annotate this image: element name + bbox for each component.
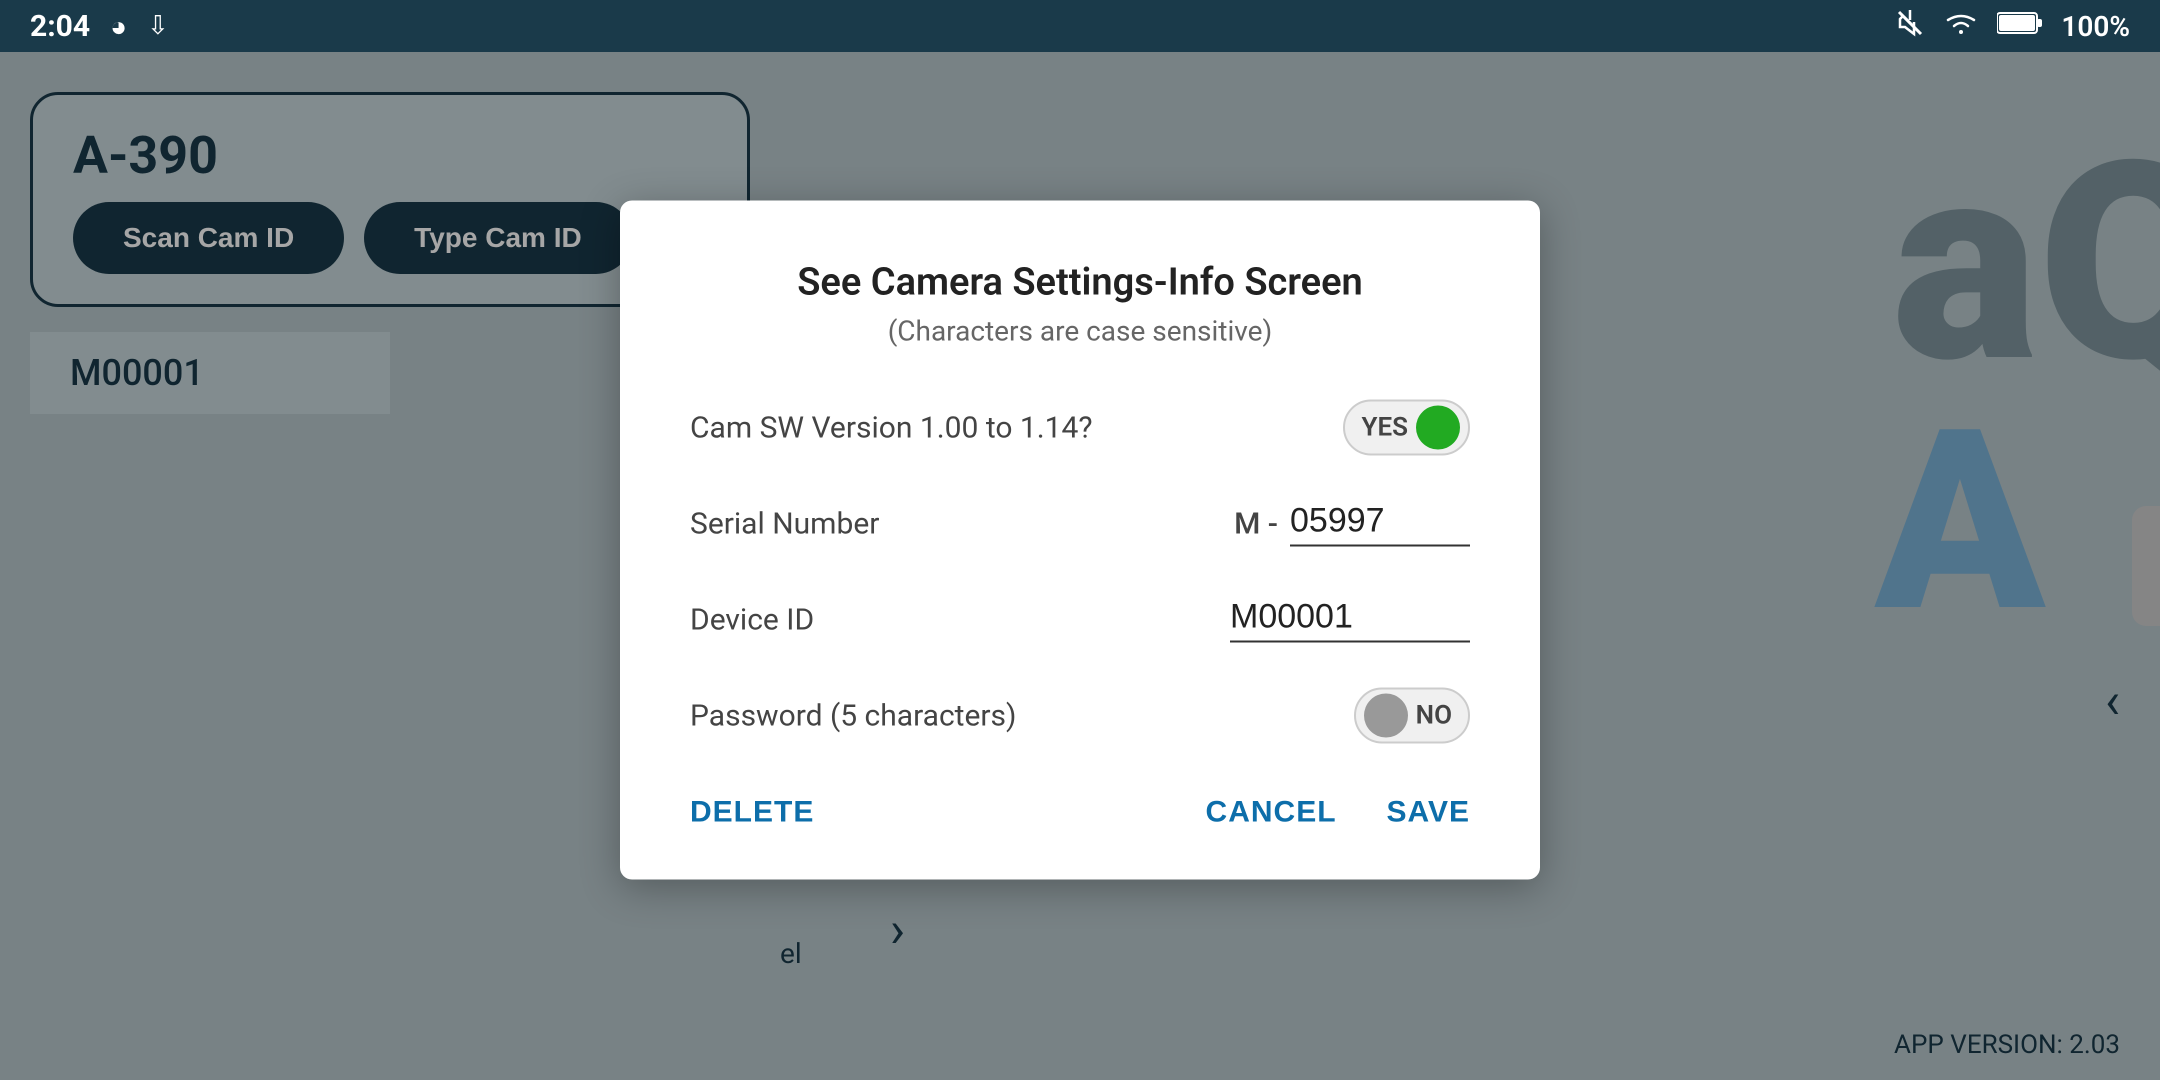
cam-sw-toggle-circle	[1416, 406, 1460, 450]
cam-sw-label: Cam SW Version 1.00 to 1.14?	[690, 410, 1343, 445]
password-toggle[interactable]: NO	[1354, 688, 1470, 744]
status-time: 2:04	[30, 9, 90, 44]
status-right: 100%	[1895, 8, 2130, 45]
cam-sw-toggle-control: YES	[1343, 400, 1470, 456]
device-id-label: Device ID	[690, 602, 1230, 637]
cam-sw-row: Cam SW Version 1.00 to 1.14? YES	[690, 398, 1470, 458]
dialog-title: See Camera Settings-Info Screen	[690, 261, 1470, 305]
device-id-input[interactable]	[1230, 597, 1470, 642]
mute-icon	[1895, 8, 1925, 45]
device-id-control	[1230, 597, 1470, 642]
notify-icon: ◕	[110, 10, 127, 43]
delete-button[interactable]: DELETE	[690, 796, 814, 830]
password-label: Password (5 characters)	[690, 698, 1354, 733]
status-left: 2:04 ◕ ⇩	[30, 9, 169, 44]
cam-sw-toggle[interactable]: YES	[1343, 400, 1470, 456]
password-toggle-circle	[1364, 694, 1408, 738]
serial-input[interactable]	[1290, 501, 1470, 546]
confirm-buttons: CANCEL SAVE	[1206, 796, 1470, 830]
password-row: Password (5 characters) NO	[690, 686, 1470, 746]
dialog: See Camera Settings-Info Screen (Charact…	[620, 201, 1540, 880]
battery-icon	[1997, 10, 2043, 43]
serial-row: Serial Number M -	[690, 494, 1470, 554]
serial-label: Serial Number	[690, 506, 1234, 541]
status-bar: 2:04 ◕ ⇩ 100%	[0, 0, 2160, 52]
battery-percent: 100%	[2061, 10, 2130, 43]
dialog-subtitle: (Characters are case sensitive)	[690, 315, 1470, 348]
serial-prefix: M -	[1234, 506, 1278, 541]
serial-control: M -	[1234, 501, 1470, 546]
device-id-row: Device ID	[690, 590, 1470, 650]
dialog-actions: DELETE CANCEL SAVE	[690, 796, 1470, 830]
password-toggle-label: NO	[1416, 701, 1452, 731]
save-button[interactable]: SAVE	[1387, 796, 1470, 830]
cam-sw-toggle-label: YES	[1361, 413, 1408, 443]
password-toggle-control: NO	[1354, 688, 1470, 744]
cancel-button[interactable]: CANCEL	[1206, 796, 1337, 830]
wifi-icon	[1943, 10, 1979, 43]
download-icon: ⇩	[147, 11, 169, 41]
